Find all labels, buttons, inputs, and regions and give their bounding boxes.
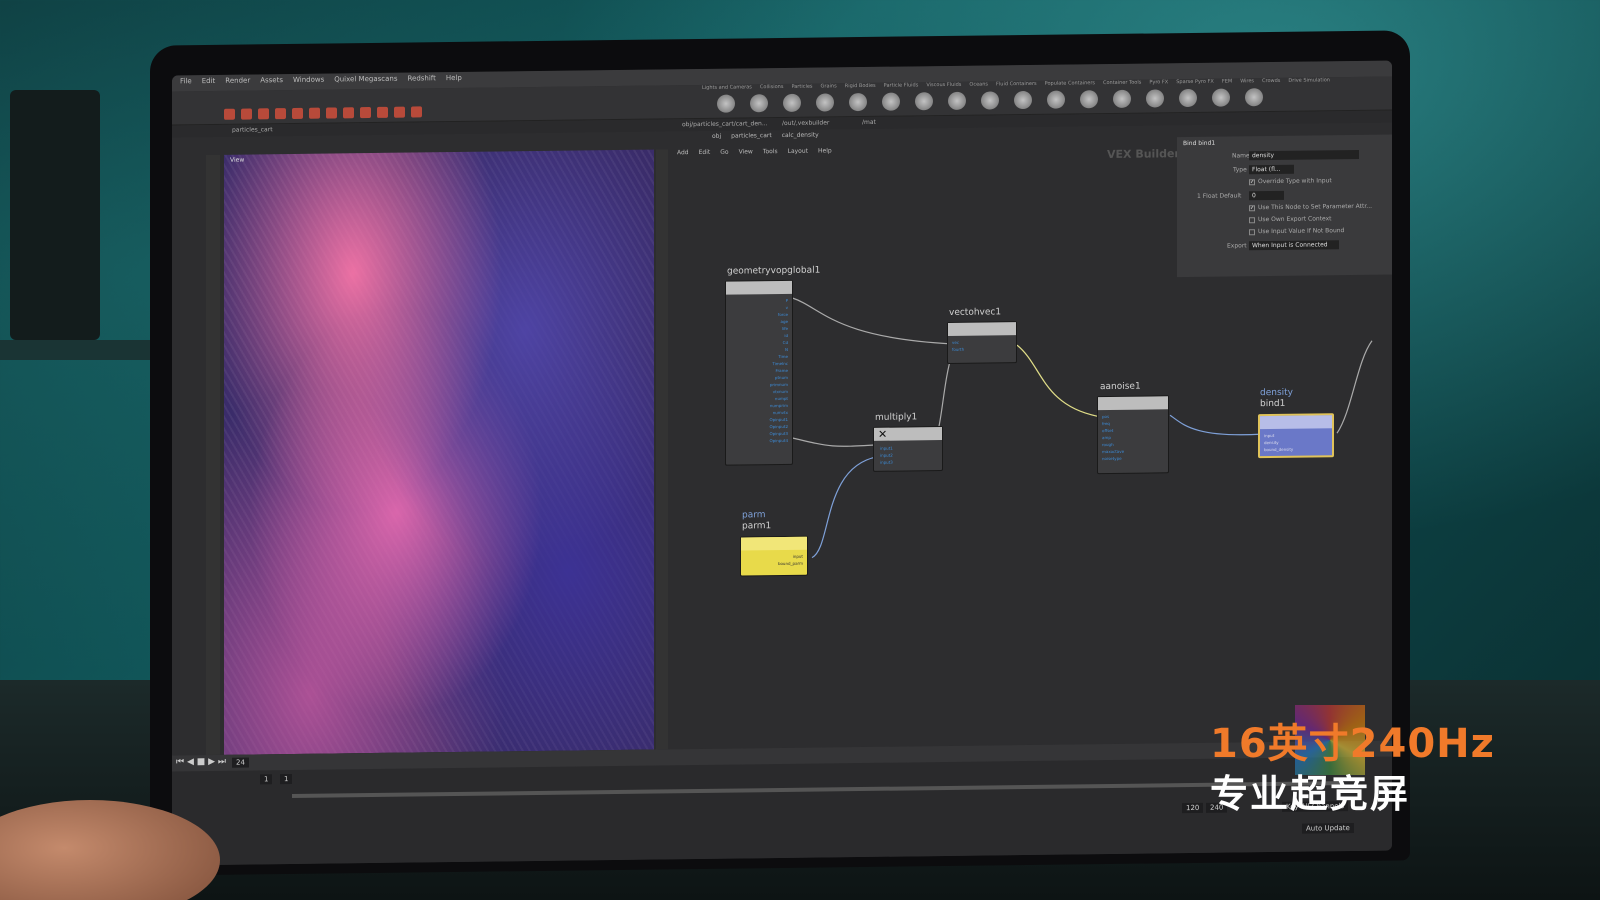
param-name-label: Name bbox=[1232, 152, 1250, 160]
checkbox-checked-icon[interactable]: ✓ bbox=[1249, 204, 1255, 211]
node-label: parm1 bbox=[742, 521, 772, 532]
node-header bbox=[1098, 396, 1168, 411]
node-outputs: P v force age life id Cd N Time TimeInc … bbox=[769, 297, 788, 444]
promo-subheadline: 专业超竞屏 bbox=[1210, 772, 1411, 816]
promo-headline: 16英寸240Hz bbox=[1210, 721, 1495, 767]
node-inputs: vec fourth bbox=[952, 339, 965, 352]
wire-vec-noise bbox=[1016, 344, 1098, 417]
node-label: multiply1 bbox=[875, 412, 918, 423]
wire-geo-vec bbox=[791, 297, 953, 345]
param-set-attr-check[interactable]: ✓ Use This Node to Set Parameter Attr... bbox=[1249, 203, 1372, 212]
param-export-context-check[interactable]: Use Own Export Context bbox=[1249, 215, 1332, 223]
param-export-label: Export bbox=[1227, 242, 1247, 250]
node-label: geometryvopglobal1 bbox=[727, 265, 821, 277]
param-default-label: 1 Float Default bbox=[1197, 192, 1242, 200]
node-outputs: input bound_parm bbox=[777, 553, 803, 567]
node-inputs: pos freq offset amp rough maxoctave nois… bbox=[1102, 414, 1125, 462]
node-sublabel: parm bbox=[742, 510, 766, 521]
end-frame-field[interactable]: 120 bbox=[1182, 802, 1204, 814]
node-label: aanoise1 bbox=[1100, 381, 1141, 393]
param-node-title: Bind bind1 bbox=[1183, 139, 1216, 148]
param-export-select[interactable]: When Input is Connected bbox=[1249, 240, 1339, 251]
wire-parm-mul bbox=[811, 456, 878, 559]
timeline-track[interactable] bbox=[292, 781, 1342, 798]
auto-update-button[interactable]: Auto Update bbox=[1302, 823, 1354, 834]
param-name-field[interactable]: density bbox=[1249, 149, 1359, 161]
param-default-field[interactable]: 0 bbox=[1249, 190, 1284, 201]
param-type-label: Type bbox=[1233, 166, 1247, 174]
checkbox-checked-icon[interactable]: ✓ bbox=[1249, 178, 1255, 185]
checkbox-icon[interactable] bbox=[1249, 228, 1255, 235]
background-speaker bbox=[10, 90, 100, 340]
node-header bbox=[726, 280, 792, 295]
promo-overlay: 16英寸240Hz 专业超竞屏 bbox=[1210, 705, 1520, 816]
multiply-icon: ✕ bbox=[878, 427, 888, 441]
current-frame-field[interactable]: 1 bbox=[260, 774, 273, 785]
node-header bbox=[1260, 415, 1332, 430]
param-override-check[interactable]: ✓ Override Type with Input bbox=[1249, 177, 1332, 185]
param-type-select[interactable]: Float (fl... bbox=[1249, 164, 1294, 175]
play-controls-icon[interactable]: ⏮ ◀ ■ ▶ ⏭ bbox=[176, 757, 226, 768]
node-inputs: input1 input2 input3 bbox=[880, 445, 893, 465]
node-sublabel: density bbox=[1260, 387, 1293, 399]
node-header bbox=[948, 322, 1016, 336]
node-label: vectohvec1 bbox=[949, 307, 1002, 318]
param-input-value-check[interactable]: Use Input Value If Not Bound bbox=[1249, 227, 1344, 235]
timeline-panel: ⏮ ◀ ■ ▶ ⏭ 24 1 1 120 240 Key All Channel… bbox=[172, 740, 1392, 866]
parameter-panel: Bind bind1 Name density Type Float (fl..… bbox=[1177, 134, 1392, 278]
start-frame-field[interactable]: 1 bbox=[280, 773, 293, 785]
wire-noise-bind bbox=[1169, 414, 1263, 436]
laptop-screen: File Edit Render Assets Windows Quixel M… bbox=[172, 60, 1392, 866]
node-header bbox=[741, 536, 807, 551]
node-label: bind1 bbox=[1260, 398, 1286, 410]
wire-bind-out bbox=[1336, 340, 1373, 434]
node-ports: input density bound_density bbox=[1264, 432, 1294, 453]
checkbox-icon[interactable] bbox=[1249, 216, 1255, 223]
fps-field[interactable]: 24 bbox=[232, 757, 249, 768]
wire-geo-mul bbox=[791, 437, 878, 447]
